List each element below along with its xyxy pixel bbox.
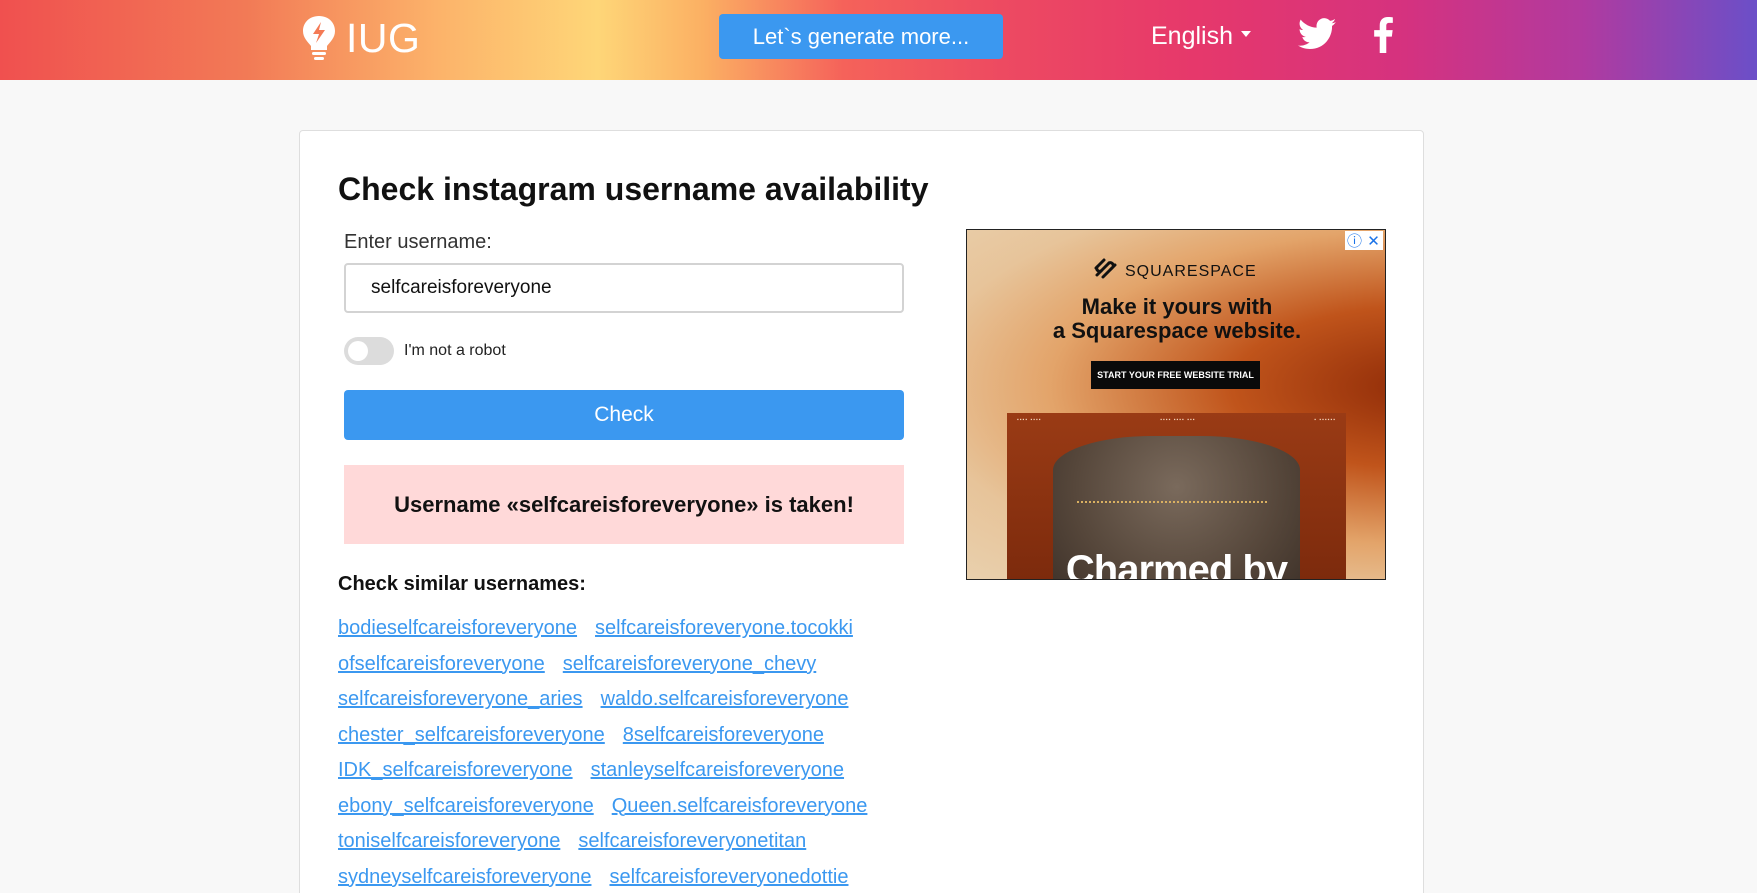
list-item: selfcareisforeveryone_aries waldo.selfca… (338, 682, 938, 718)
similar-username-link[interactable]: chester_selfcareisforeveryone (338, 724, 605, 747)
ad-headline: Make it yours with a Squarespace website… (967, 294, 1385, 343)
facebook-icon[interactable] (1372, 17, 1394, 58)
top-navbar: IUG Let`s generate more... English (0, 0, 1757, 80)
toggle-knob (348, 341, 368, 361)
robot-toggle[interactable] (344, 337, 394, 365)
check-button[interactable]: Check (344, 390, 904, 440)
generate-more-button[interactable]: Let`s generate more... (719, 14, 1003, 59)
similar-username-link[interactable]: bodieselfcareisforeveryone (338, 617, 577, 640)
list-item: ebony_selfcareisforeveryone Queen.selfca… (338, 789, 938, 825)
username-check-form: Enter username: I'm not a robot Check Us… (344, 231, 904, 544)
similar-username-link[interactable]: selfcareisforeveryone_aries (338, 688, 583, 711)
logo-text: IUG (346, 15, 421, 61)
similar-username-link[interactable]: selfcareisforeveryonetitan (578, 830, 806, 853)
ad-headline-line1: Make it yours with (1081, 294, 1273, 319)
ad-cta-button[interactable]: START YOUR FREE WEBSITE TRIAL (1091, 361, 1260, 389)
robot-check-row: I'm not a robot (344, 337, 904, 365)
list-item: toniselfcareisforeveryone selfcareisfore… (338, 824, 938, 860)
squarespace-ad[interactable]: ⓘ ✕ SQUARESPACE Make it yours with a Squ… (966, 229, 1386, 580)
similar-username-link[interactable]: IDK_selfcareisforeveryone (338, 759, 573, 782)
similar-username-link[interactable]: sydneyselfcareisforeveryone (338, 866, 591, 889)
bracelet-image (1077, 501, 1267, 505)
similar-username-link[interactable]: Queen.selfcareisforeveryone (612, 795, 868, 818)
ad-photo-caption: Charmed by (1065, 548, 1288, 580)
squarespace-logo-icon (1093, 257, 1119, 286)
ad-brand: SQUARESPACE (1093, 257, 1257, 286)
similar-username-link[interactable]: stanleyselfcareisforeveryone (591, 759, 844, 782)
ad-close-icon[interactable]: ✕ (1364, 231, 1383, 250)
list-item: sydneyselfcareisforeveryone selfcareisfo… (338, 860, 938, 893)
similar-usernames-list: bodieselfcareisforeveryone selfcareisfor… (338, 611, 938, 893)
similar-username-link[interactable]: selfcareisforeveryone_chevy (563, 653, 816, 676)
similar-username-link[interactable]: ebony_selfcareisforeveryone (338, 795, 594, 818)
ad-brand-text: SQUARESPACE (1125, 262, 1257, 280)
similar-username-link[interactable]: ofselfcareisforeveryone (338, 653, 545, 676)
similar-username-link[interactable]: toniselfcareisforeveryone (338, 830, 560, 853)
list-item: ofselfcareisforeveryone selfcareisforeve… (338, 647, 938, 683)
similar-username-link[interactable]: selfcareisforeveryone.tocokki (595, 617, 853, 640)
page-title: Check instagram username availability (338, 171, 929, 207)
username-input[interactable] (344, 263, 904, 313)
list-item: IDK_selfcareisforeveryone stanleyselfcar… (338, 753, 938, 789)
username-label: Enter username: (344, 231, 492, 253)
language-label: English (1151, 22, 1233, 50)
ad-info-icon[interactable]: ⓘ (1345, 231, 1364, 250)
caret-down-icon (1241, 30, 1251, 37)
site-logo[interactable]: IUG (300, 14, 420, 62)
twitter-icon[interactable] (1298, 18, 1336, 55)
ad-controls: ⓘ ✕ (1345, 231, 1383, 250)
similar-username-link[interactable]: waldo.selfcareisforeveryone (601, 688, 849, 711)
robot-label: I'm not a robot (404, 342, 506, 359)
similar-username-link[interactable]: 8selfcareisforeveryone (623, 724, 824, 747)
similar-username-link[interactable]: selfcareisforeveryonedottie (609, 866, 848, 889)
ad-headline-line2: a Squarespace website. (1052, 318, 1302, 343)
similar-usernames-title: Check similar usernames: (338, 573, 586, 595)
list-item: bodieselfcareisforeveryone selfcareisfor… (338, 611, 938, 647)
language-dropdown[interactable]: English (1151, 22, 1251, 51)
ad-photo-nav: ▪▪▪▪ ▪▪▪▪ ▪▪▪▪ ▪▪▪▪ ▪▪▪ ▪ ▪▪▪▪▪▪ (1017, 417, 1336, 423)
list-item: chester_selfcareisforeveryone 8selfcarei… (338, 718, 938, 754)
result-message: Username «selfcareisforeveryone» is take… (344, 465, 904, 544)
lightbulb-icon (300, 14, 338, 62)
ad-photo: ▪▪▪▪ ▪▪▪▪ ▪▪▪▪ ▪▪▪▪ ▪▪▪ ▪ ▪▪▪▪▪▪ Charmed b… (1007, 413, 1346, 580)
